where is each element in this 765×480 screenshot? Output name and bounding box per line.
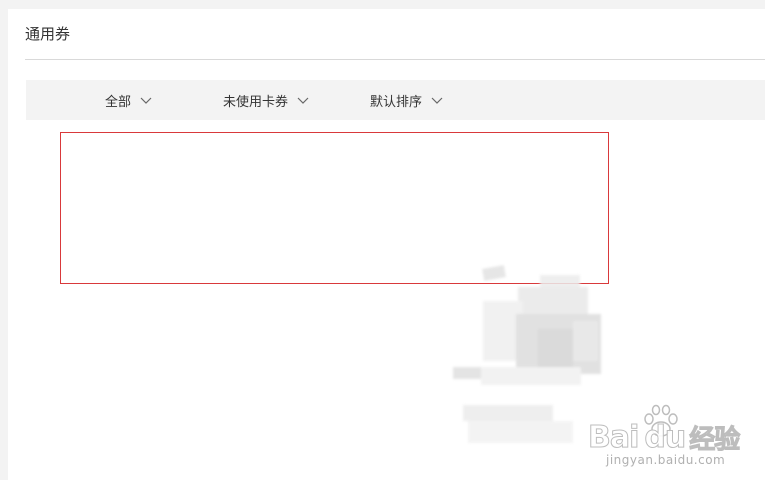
- filter-bar: 全部 未使用卡券 默认排序: [26, 80, 765, 120]
- filter-status-dropdown[interactable]: 未使用卡券: [223, 80, 309, 120]
- filter-all-label: 全部: [105, 94, 132, 110]
- filter-all-dropdown[interactable]: 全部: [105, 80, 152, 120]
- filter-sort-label: 默认排序: [370, 94, 423, 110]
- chevron-down-icon: [140, 97, 152, 104]
- watermark-brand: Bai du 经验: [587, 417, 741, 457]
- filter-status-label: 未使用卡券: [223, 94, 289, 110]
- chevron-down-icon: [297, 97, 309, 104]
- watermark-brand-latin-2: du: [644, 419, 687, 455]
- filter-sort-dropdown[interactable]: 默认排序: [370, 80, 443, 120]
- coupon-panel: 通用券 全部 未使用卡券 默认排序 Bai du 经验 jingyan.baid…: [8, 9, 765, 480]
- watermark-brand-cn: 经验: [689, 424, 741, 455]
- watermark-brand-latin-1: Bai: [587, 419, 639, 455]
- chevron-down-icon: [431, 97, 443, 104]
- title-divider: [25, 59, 765, 60]
- watermark-url: jingyan.baidu.com: [606, 453, 726, 467]
- page-title: 通用券: [25, 25, 71, 43]
